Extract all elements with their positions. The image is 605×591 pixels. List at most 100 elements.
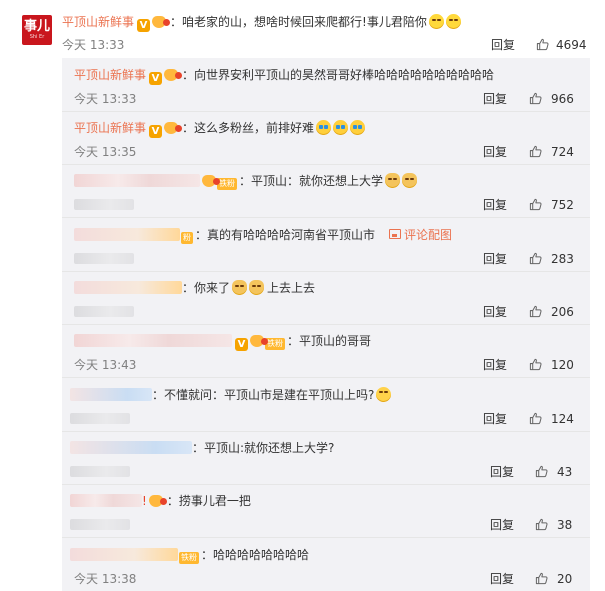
- reply-item: ! ：捞事儿君一把 回复 38: [62, 484, 590, 538]
- fan-badge: 铁粉: [179, 552, 199, 564]
- laugh-cry-emoji-icon: [316, 120, 332, 135]
- verified-v-icon: V: [235, 338, 248, 351]
- reply-text: ：捞事儿君一把: [166, 494, 251, 508]
- like-count: 206: [551, 305, 574, 319]
- like-thumb-icon[interactable]: [529, 305, 542, 318]
- comment-time: 今天 13:33: [62, 38, 125, 52]
- like-count: 120: [551, 358, 574, 372]
- reply-text-tail: 上去上去: [267, 281, 316, 295]
- like-thumb-icon[interactable]: [536, 38, 549, 51]
- like-count: 724: [551, 145, 574, 159]
- like-thumb-icon[interactable]: [529, 198, 542, 211]
- medal-icon: [152, 16, 171, 28]
- avatar[interactable]: 事儿 Shi Er: [22, 15, 52, 45]
- reply-button[interactable]: 回复: [490, 464, 514, 480]
- reply-button[interactable]: 回复: [483, 304, 507, 320]
- reply-item: ：平顶山:就你还想上大学? 回复 43: [62, 431, 590, 485]
- reply-item: 平顶山新鲜事 V ：这么多粉丝，前排好难 今天 13:35 回复 724: [62, 111, 590, 165]
- like-count: 752: [551, 198, 574, 212]
- reply-item: 平顶山新鲜事 V ：向世界安利平顶山的昊然哥哥好棒哈哈哈哈哈哈哈哈哈哈 今天 13:…: [62, 58, 590, 112]
- reply-button[interactable]: 回复: [483, 144, 507, 160]
- blurred-username[interactable]: [74, 228, 180, 241]
- avatar-logo-text: 事儿: [23, 19, 50, 34]
- doge-emoji-icon: [232, 280, 248, 295]
- blurred-username[interactable]: [74, 334, 232, 347]
- reply-button[interactable]: 回复: [483, 251, 507, 267]
- blurred-username[interactable]: [70, 388, 152, 401]
- reply-text: ：真的有哈哈哈哈河南省平顶山市: [195, 228, 376, 242]
- top-comment: 事儿 Shi Er 平顶山新鲜事 V ：咱老家的山，想啥时候回来爬都行!事儿君陪你 …: [0, 0, 605, 58]
- reply-button[interactable]: 回复: [483, 357, 507, 373]
- blurred-username[interactable]: [74, 281, 182, 294]
- blurred-username[interactable]: [70, 548, 178, 561]
- reply-time: 今天 13:38: [74, 572, 137, 586]
- reply-button[interactable]: 回复: [490, 571, 514, 587]
- fan-badge: 粉: [181, 232, 193, 244]
- laugh-cry-emoji-icon: [350, 120, 366, 135]
- like-thumb-icon[interactable]: [535, 465, 548, 478]
- reply-text: ：平顶山：就你还想上大学: [239, 174, 384, 188]
- blurred-username[interactable]: [70, 494, 142, 507]
- like-count: 20: [557, 572, 573, 586]
- reply-time-blurred: [74, 304, 134, 320]
- doge-emoji-icon: [249, 280, 265, 295]
- like-count: 966: [551, 92, 574, 106]
- comment-content: 平顶山新鲜事 V ：咱老家的山，想啥时候回来爬都行!事儿君陪你: [62, 14, 461, 32]
- blurred-username[interactable]: [74, 174, 200, 187]
- medal-icon: [164, 122, 183, 134]
- reply-button[interactable]: 回复: [483, 411, 507, 427]
- reply-text: ：你来了: [182, 281, 231, 295]
- doge-emoji-icon: [402, 173, 418, 188]
- blurred-username[interactable]: [70, 441, 192, 454]
- reply-text: ：向世界安利平顶山的昊然哥哥好棒哈哈哈哈哈哈哈哈哈哈: [182, 68, 495, 82]
- reply-time-blurred: [70, 517, 130, 533]
- medal-icon: [164, 69, 183, 81]
- reply-text: ：哈哈哈哈哈哈哈哈: [201, 548, 310, 562]
- reply-button[interactable]: 回复: [483, 91, 507, 107]
- grin-emoji-icon: [376, 387, 392, 402]
- verified-v-icon: V: [137, 19, 151, 32]
- fan-badge: 铁粉: [217, 178, 237, 190]
- reply-username[interactable]: 平顶山新鲜事: [74, 121, 146, 135]
- like-count: 283: [551, 252, 574, 266]
- reply-time: 今天 13:35: [74, 145, 137, 159]
- like-thumb-icon[interactable]: [535, 572, 548, 585]
- like-thumb-icon[interactable]: [535, 518, 548, 531]
- like-thumb-icon[interactable]: [529, 252, 542, 265]
- reply-text: ：这么多粉丝，前排好难: [182, 121, 315, 135]
- comment-username[interactable]: 平顶山新鲜事: [62, 15, 134, 29]
- like-count: 124: [551, 412, 574, 426]
- fan-badge: 铁粉: [265, 338, 285, 350]
- reply-button[interactable]: 回复: [483, 197, 507, 213]
- comment-image-link[interactable]: 评论配图: [389, 228, 452, 242]
- like-thumb-icon[interactable]: [529, 92, 542, 105]
- avatar-subtext: Shi Er: [29, 34, 45, 40]
- reply-item: V 铁粉 ：平顶山的哥哥 今天 13:43 回复 120: [62, 324, 590, 378]
- like-count: 4694: [556, 38, 587, 52]
- smirk-emoji-icon: [445, 14, 461, 29]
- verified-v-icon: V: [149, 72, 163, 85]
- reply-time-blurred: [70, 464, 130, 480]
- medal-icon: [148, 495, 167, 507]
- laugh-cry-emoji-icon: [333, 120, 349, 135]
- reply-button[interactable]: 回复: [490, 517, 514, 533]
- medal-icon: [202, 175, 220, 187]
- reply-username[interactable]: 平顶山新鲜事: [74, 68, 146, 82]
- reply-text: ：不懂就问：平顶山市是建在平顶山上吗?: [152, 388, 375, 402]
- image-icon: [389, 229, 402, 239]
- medal-icon: [250, 335, 268, 347]
- like-thumb-icon[interactable]: [529, 412, 542, 425]
- like-thumb-icon[interactable]: [529, 358, 542, 371]
- reply-text: ：平顶山:就你还想上大学?: [192, 441, 335, 455]
- comment-text: ：咱老家的山，想啥时候回来爬都行!事儿君陪你: [170, 15, 427, 29]
- verified-v-icon: V: [149, 125, 163, 138]
- like-thumb-icon[interactable]: [529, 145, 542, 158]
- reply-time-blurred: [74, 251, 134, 267]
- reply-item: 粉：真的有哈哈哈哈河南省平顶山市 评论配图 回复 283: [62, 218, 590, 272]
- reply-item: 铁粉 ：哈哈哈哈哈哈哈哈 今天 13:38 回复 20: [62, 538, 590, 591]
- reply-item: ：你来了 上去上去 回复 206: [62, 271, 590, 325]
- reply-text: ：平顶山的哥哥: [287, 334, 372, 348]
- reply-button[interactable]: 回复: [491, 37, 515, 53]
- reply-time: 今天 13:43: [74, 358, 137, 372]
- reply-time-blurred: [74, 197, 134, 213]
